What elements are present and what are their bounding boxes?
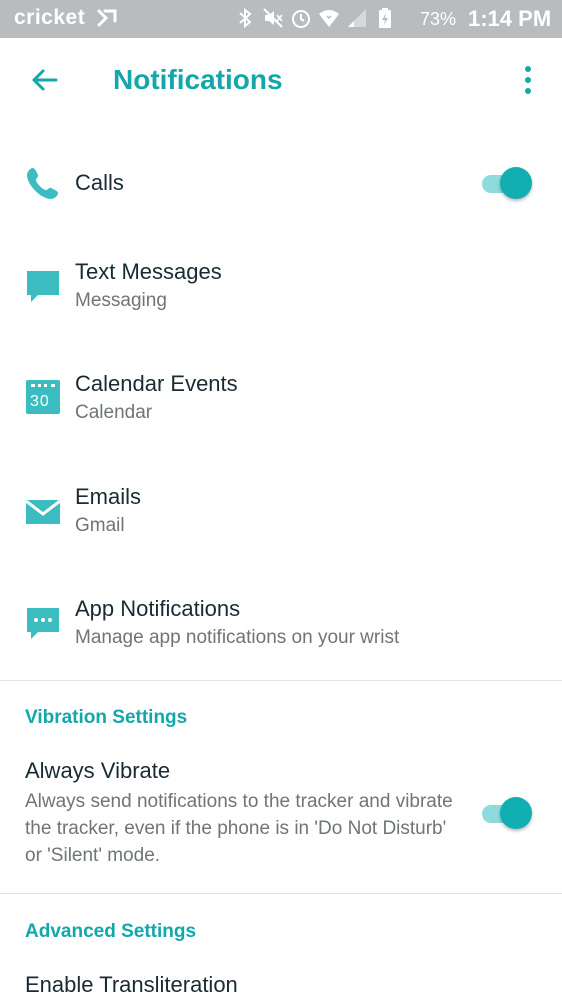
item-label: Calendar Events [75, 371, 238, 396]
item-sublabel: Manage app notifications on your wrist [75, 627, 400, 648]
item-sublabel: Gmail [75, 515, 125, 536]
divider [0, 893, 562, 894]
phone-icon [27, 168, 58, 199]
bluetooth-icon [239, 7, 252, 29]
toggle-knob [500, 797, 532, 829]
always-vibrate-title: Always Vibrate [25, 758, 171, 783]
status-bar: cricket 73% 1:14 PM [0, 0, 562, 38]
item-sublabel: Calendar [75, 402, 153, 423]
enable-transliteration-title[interactable]: Enable Transliteration [25, 972, 238, 998]
battery-charging-icon [379, 8, 391, 28]
page-title: Notifications [113, 64, 283, 95]
more-vertical-icon[interactable] [514, 64, 542, 96]
notification-item-calendar-events[interactable]: 30 Calendar Events Calendar [0, 362, 562, 442]
app-bar: Notifications [0, 38, 562, 126]
mute-icon [263, 8, 283, 28]
status-icons [234, 7, 396, 29]
notification-item-app-notifications[interactable]: App Notifications Manage app notificatio… [0, 587, 562, 667]
item-label: App Notifications [75, 596, 241, 621]
section-header-vibration: Vibration Settings [25, 707, 188, 728]
item-label: Emails [75, 484, 142, 509]
battery-percentage: 73% [420, 9, 457, 29]
item-label: Text Messages [75, 259, 222, 284]
section-header-advanced: Advanced Settings [25, 921, 197, 942]
always-vibrate-description: Always send notifications to the tracker… [25, 791, 453, 866]
always-vibrate-toggle[interactable] [480, 797, 532, 829]
toggle-knob [500, 167, 532, 199]
calendar-icon: 30 [26, 380, 60, 414]
carrier-name: cricket [14, 6, 86, 29]
clock: 1:14 PM [468, 6, 552, 31]
carrier-signal-icon [97, 9, 117, 27]
chat-dots-icon [27, 608, 59, 639]
alarm-icon [292, 10, 310, 28]
message-icon [27, 271, 59, 302]
notification-item-text-messages[interactable]: Text Messages Messaging [0, 250, 562, 330]
signal-icon [348, 9, 366, 27]
wifi-icon [319, 10, 339, 27]
mail-icon [25, 499, 61, 524]
divider [0, 680, 562, 681]
calendar-dots [31, 384, 55, 390]
calendar-day: 30 [30, 393, 50, 410]
calls-toggle[interactable] [480, 167, 532, 199]
notification-item-calls[interactable]: Calls [0, 150, 562, 220]
item-sublabel: Messaging [75, 290, 167, 311]
notification-item-emails[interactable]: Emails Gmail [0, 475, 562, 555]
item-label: Calls [75, 170, 124, 195]
arrow-left-icon[interactable] [26, 62, 62, 98]
